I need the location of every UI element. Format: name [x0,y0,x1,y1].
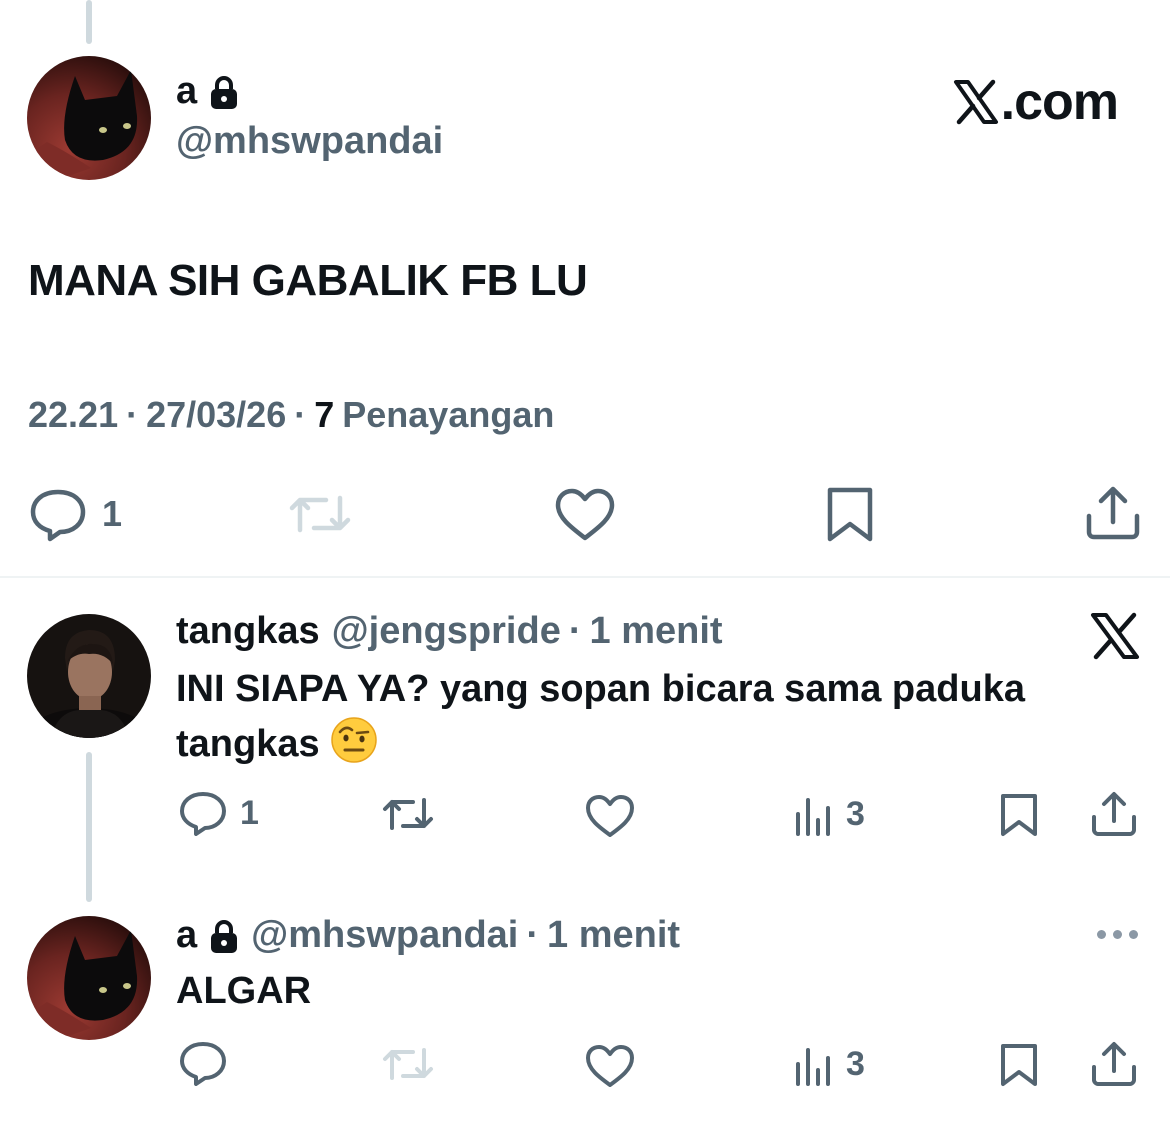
heart-icon [555,488,615,541]
more-dot [1113,930,1122,939]
divider [0,576,1170,578]
reply-1-header: tangkas @jengspride · 1 menit [176,610,723,653]
heart-icon [586,1045,634,1087]
thread-line-top [86,0,92,44]
reply-text: INI SIAPA YA? yang sopan bicara sama pad… [176,668,1025,765]
like-button[interactable] [584,794,636,838]
like-button[interactable] [584,1044,636,1088]
share-button[interactable] [1084,484,1142,542]
share-icon [1092,1042,1136,1086]
views-button[interactable]: 3 [794,792,865,836]
share-button[interactable] [1090,1040,1138,1088]
reply-author-name[interactable]: tangkas [176,610,320,653]
meta-separator: · [568,610,582,652]
reply-time[interactable]: 1 menit [590,610,723,653]
more-icon[interactable] [1097,930,1138,939]
tweet-meta: 22.21 · 27/03/26 · 7 Penayangan [28,394,554,436]
bookmark-button[interactable] [998,1042,1040,1088]
tweet-text: MANA SIH GABALIK FB LU [28,256,588,305]
reply-author-handle[interactable]: @mhswpandai [251,914,518,957]
views-chart-icon [796,798,830,836]
retweet-button[interactable] [380,1042,436,1086]
retweet-button[interactable] [286,488,354,540]
bookmark-icon [827,487,873,542]
reply-author-name[interactable]: a [176,914,197,957]
retweet-icon [383,1048,433,1080]
avatar-main[interactable] [27,56,151,180]
reply-button[interactable]: 1 [28,486,122,542]
share-icon [1092,792,1136,836]
x-logo-icon [953,79,998,125]
share-icon [1086,486,1140,540]
bookmark-icon [1001,794,1037,836]
meta-separator: · [294,394,307,435]
more-dot [1129,930,1138,939]
tweet-date[interactable]: 27/03/26 [146,394,286,436]
heart-icon [586,795,634,837]
author-handle[interactable]: @mhswpandai [176,120,443,163]
lock-icon [209,919,239,953]
meta-separator: · [126,394,139,435]
bookmark-icon [1001,1044,1037,1086]
views-chart-icon [796,1048,830,1086]
reply-count: 1 [240,793,259,832]
reply-button[interactable] [178,1040,228,1086]
bookmark-button[interactable] [998,792,1040,838]
views-count: 7 [314,394,335,435]
reply-count: 1 [102,493,123,534]
author-name[interactable]: a [176,70,197,113]
tweet-time[interactable]: 22.21 [28,394,118,436]
share-button[interactable] [1090,790,1138,838]
views-count: 3 [846,794,865,833]
reply-author-handle[interactable]: @jengspride [332,610,561,653]
thread-line-middle [86,752,92,902]
main-action-bar: 1 [0,482,1170,548]
reply-button[interactable]: 1 [178,790,259,836]
reply-time[interactable]: 1 menit [547,914,680,957]
retweet-icon [289,495,351,533]
bookmark-button[interactable] [824,486,876,544]
reply-icon [180,792,226,836]
reply-1-text-block: INI SIAPA YA? yang sopan bicara sama pad… [176,662,1156,771]
like-button[interactable] [554,488,616,542]
x-logo-icon [1090,612,1140,665]
avatar-reply-1[interactable] [27,614,151,738]
lock-icon [209,75,239,109]
reply-2-header: a @mhswpandai · 1 menit [176,914,680,957]
retweet-button[interactable] [380,792,436,836]
views-label[interactable]: Penayangan [342,394,554,436]
avatar-reply-2[interactable] [27,916,151,1040]
brand-logo: .com [953,72,1119,132]
views-count: 3 [846,1044,865,1083]
raised-eyebrow-emoji [330,716,378,764]
meta-separator: · [526,914,540,956]
more-dot [1097,930,1106,939]
reply-icon [180,1042,226,1086]
reply-text: ALGAR [176,970,312,1012]
retweet-icon [383,798,433,830]
main-author-name-row[interactable]: a [176,70,239,113]
brand-text: .com [1000,73,1119,131]
reply-icon [30,489,86,542]
views-button[interactable]: 3 [794,1042,865,1086]
